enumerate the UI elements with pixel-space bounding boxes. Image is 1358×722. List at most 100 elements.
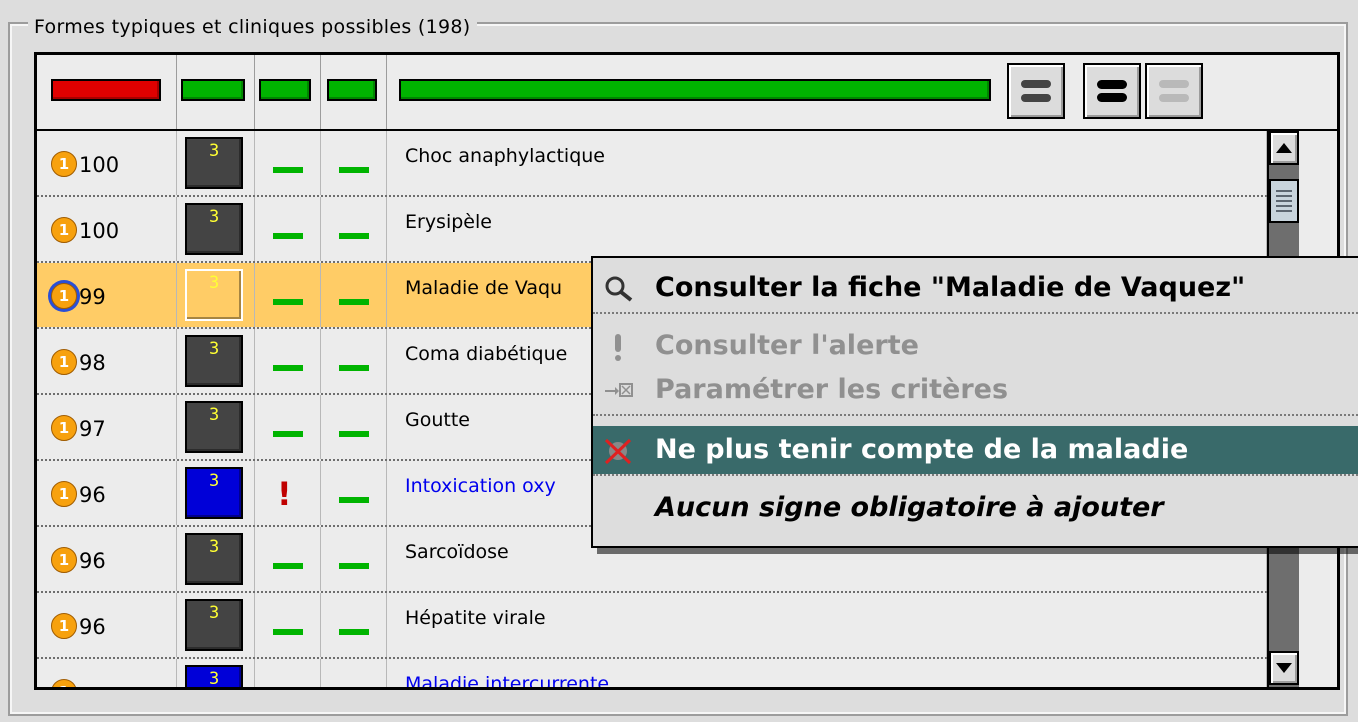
- header-name-cell[interactable]: [387, 55, 1337, 129]
- header-score-cell[interactable]: [37, 55, 177, 129]
- level-badge[interactable]: 3: [185, 203, 243, 255]
- dash-icon: [273, 365, 303, 371]
- menu-separator: [593, 474, 1358, 476]
- menu-item-label: Ne plus tenir compte de la maladie: [655, 434, 1189, 465]
- frequency-coin-icon: 1: [51, 679, 77, 687]
- score-value: 96: [79, 483, 106, 507]
- score-cell: 1 100: [37, 131, 177, 195]
- extra-cell: [321, 395, 387, 459]
- dash-icon: [273, 299, 303, 305]
- menu-item-no-mandatory-sign[interactable]: Aucun signe obligatoire à ajouter: [593, 484, 1358, 532]
- badge-cell: 3: [177, 395, 255, 459]
- table-row[interactable]: 1 100 3 Erysipèle: [37, 197, 1267, 263]
- header-alert-cell[interactable]: [255, 55, 321, 129]
- badge-cell: 3: [177, 527, 255, 591]
- badge-cell: 3: [177, 131, 255, 195]
- level-badge[interactable]: 3: [185, 665, 243, 687]
- disease-name: Maladie intercurrente: [405, 673, 610, 690]
- view-bold-lines-button[interactable]: [1083, 63, 1141, 119]
- alert-cell: !: [255, 461, 321, 525]
- alert-cell: [255, 659, 321, 687]
- arrow-up-icon: [1276, 143, 1292, 153]
- header-bar-alert: [259, 79, 311, 101]
- lines-icon: [1021, 80, 1051, 102]
- disease-name: Sarcoïdose: [405, 541, 509, 563]
- extra-cell: [321, 461, 387, 525]
- table-row[interactable]: 1 3 Maladie intercurrente: [37, 659, 1267, 690]
- badge-cell: 3: [177, 197, 255, 261]
- level-badge[interactable]: 3: [185, 599, 243, 651]
- alert-cell: [255, 263, 321, 327]
- dash-icon: [339, 167, 369, 173]
- view-lines-button[interactable]: [1007, 63, 1065, 119]
- view-light-lines-button[interactable]: [1145, 63, 1203, 119]
- column-header: [37, 55, 1337, 131]
- dash-icon: [339, 431, 369, 437]
- frequency-coin-icon: 1: [51, 415, 77, 441]
- magnifier-icon: [603, 274, 633, 304]
- dash-icon: [273, 233, 303, 239]
- dash-icon: [339, 233, 369, 239]
- light-lines-icon: [1159, 80, 1189, 102]
- header-badge-cell[interactable]: [177, 55, 255, 129]
- criteria-arrow-icon: [603, 376, 633, 406]
- score-cell: 1 96: [37, 461, 177, 525]
- level-badge[interactable]: 3: [185, 533, 243, 585]
- level-badge[interactable]: 3: [185, 137, 243, 189]
- extra-cell: [321, 197, 387, 261]
- score-value: 96: [79, 549, 106, 573]
- dash-icon: [273, 431, 303, 437]
- menu-item-view-record[interactable]: Consulter la fiche "Maladie de Vaquez": [593, 264, 1358, 312]
- dash-icon: [339, 497, 369, 503]
- menu-item-set-criteria[interactable]: Paramétrer les critères: [593, 366, 1358, 414]
- extra-cell: [321, 329, 387, 393]
- menu-item-ignore-disease[interactable]: Ne plus tenir compte de la maladie: [593, 426, 1358, 474]
- level-badge[interactable]: 3: [185, 401, 243, 453]
- menu-item-label: Consulter l'alerte: [655, 330, 919, 361]
- score-value: 99: [79, 285, 106, 309]
- header-extra-cell[interactable]: [321, 55, 387, 129]
- dash-icon: [273, 563, 303, 569]
- scroll-down-arrow[interactable]: [1269, 651, 1299, 685]
- score-value: 98: [79, 351, 106, 375]
- bold-lines-icon: [1097, 80, 1127, 102]
- disease-name: Hépatite virale: [405, 607, 546, 629]
- name-cell: Hépatite virale: [387, 593, 1267, 657]
- frequency-coin-icon: 1: [51, 217, 77, 243]
- menu-item-view-alert[interactable]: Consulter l'alerte: [593, 322, 1358, 370]
- alert-cell: [255, 395, 321, 459]
- table-row[interactable]: 1 96 3 Hépatite virale: [37, 593, 1267, 659]
- frequency-coin-icon: 1: [51, 481, 77, 507]
- badge-cell: 3: [177, 461, 255, 525]
- dash-icon: [339, 299, 369, 305]
- score-value: 100: [79, 153, 120, 177]
- alert-cell: [255, 527, 321, 591]
- score-cell: 1 98: [37, 329, 177, 393]
- score-cell: 1 100: [37, 197, 177, 261]
- menu-item-label: Consulter la fiche "Maladie de Vaquez": [655, 272, 1246, 303]
- dash-icon: [339, 365, 369, 371]
- exclamation-icon: [603, 332, 633, 362]
- level-badge[interactable]: 3: [185, 335, 243, 387]
- scroll-up-arrow[interactable]: [1269, 131, 1299, 165]
- alert-icon[interactable]: !: [277, 475, 292, 513]
- scroll-thumb[interactable]: [1269, 179, 1299, 223]
- arrow-down-icon: [1276, 663, 1292, 673]
- extra-cell: [321, 527, 387, 591]
- score-cell: 1: [37, 659, 177, 687]
- frequency-coin-icon: 1: [51, 151, 77, 177]
- level-badge[interactable]: 3: [185, 467, 243, 519]
- badge-cell: 3: [177, 329, 255, 393]
- disease-name: Intoxication oxy: [405, 475, 556, 497]
- header-bar-extra: [327, 79, 377, 101]
- menu-item-label: Aucun signe obligatoire à ajouter: [655, 492, 1164, 523]
- level-badge[interactable]: 3: [185, 269, 243, 321]
- badge-cell: 3: [177, 263, 255, 327]
- score-value: 100: [79, 219, 120, 243]
- frequency-coin-icon: 1: [51, 349, 77, 375]
- dash-icon: [273, 167, 303, 173]
- badge-cell: 3: [177, 659, 255, 687]
- table-row[interactable]: 1 100 3 Choc anaphylactique: [37, 131, 1267, 197]
- extra-cell: [321, 131, 387, 195]
- dash-icon: [339, 629, 369, 635]
